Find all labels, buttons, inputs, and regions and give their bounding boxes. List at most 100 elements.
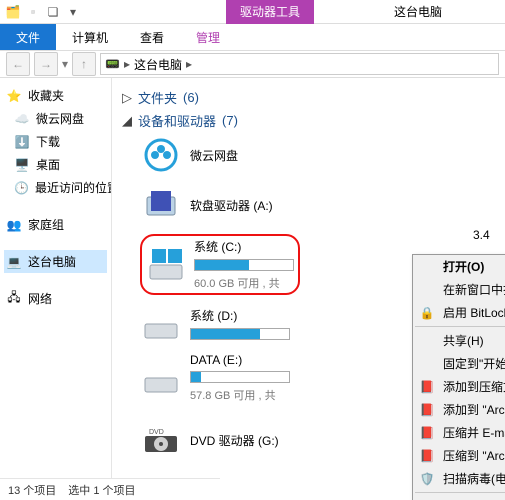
- status-item-count: 13 个项目: [8, 482, 56, 498]
- desktop-icon: 🖥️: [14, 157, 30, 173]
- homegroup-icon: 👥: [6, 217, 22, 233]
- drive-free-text: 60.0 GB 可用 , 共: [194, 275, 294, 291]
- sidebar-item-downloads[interactable]: ⬇️ 下载: [4, 130, 107, 153]
- quick-access-toolbar: 🗂️ ▫️ ❏ ▾: [0, 3, 86, 21]
- sidebar-item-recent[interactable]: 🕒 最近访问的位置: [4, 176, 107, 199]
- nav-up-button[interactable]: ↑: [72, 52, 96, 76]
- nav-back-button[interactable]: ←: [6, 52, 30, 76]
- sidebar-label: 这台电脑: [28, 253, 76, 270]
- sidebar-homegroup[interactable]: 👥 家庭组: [4, 213, 107, 236]
- navigation-pane: ⭐ 收藏夹 ☁️ 微云网盘 ⬇️ 下载 🖥️ 桌面 🕒 最近访问的位置 👥: [0, 78, 112, 500]
- menu-scan-virus[interactable]: 🛡️扫描病毒(电脑管家): [413, 467, 505, 490]
- tab-computer[interactable]: 计算机: [56, 24, 124, 50]
- menu-zip-email[interactable]: 📕压缩并 E-mail...: [413, 421, 505, 444]
- drive-label: 软盘驱动器 (A:): [190, 197, 273, 214]
- new-folder-qat-icon[interactable]: ❏: [44, 3, 62, 21]
- section-title: 文件夹: [138, 88, 177, 107]
- ribbon: 文件 计算机 查看 管理: [0, 24, 505, 50]
- app-icon: 🗂️: [4, 3, 22, 21]
- window-title: 这台电脑: [394, 3, 442, 20]
- sidebar-label: 收藏夹: [28, 87, 64, 104]
- drive-label: DVD 驱动器 (G:): [190, 432, 279, 449]
- drive-label: 系统 (D:): [190, 307, 290, 324]
- shield-icon: 🛡️: [419, 471, 435, 487]
- drive-icon: [140, 303, 182, 345]
- drive-icon: [140, 357, 182, 399]
- truncated-text: 3.4: [473, 228, 503, 242]
- sidebar-item-label: 最近访问的位置: [35, 179, 112, 196]
- download-icon: ⬇️: [14, 134, 30, 150]
- capacity-bar: [190, 371, 290, 383]
- capacity-bar: [194, 259, 294, 271]
- floppy-icon: [140, 184, 182, 226]
- star-icon: ⭐: [6, 88, 22, 104]
- menu-pin-start[interactable]: 固定到"开始"屏幕(P): [413, 352, 505, 375]
- menu-format[interactable]: 格式化(A)...: [413, 495, 505, 500]
- status-selected-count: 选中 1 个项目: [68, 482, 135, 498]
- cloud-icon: ☁️: [14, 111, 30, 127]
- cloud-drive-icon: [140, 134, 182, 176]
- network-icon: 🖧: [6, 291, 22, 307]
- sidebar-item-desktop[interactable]: 🖥️ 桌面: [4, 153, 107, 176]
- sidebar-this-pc[interactable]: 💻 这台电脑: [4, 250, 107, 273]
- menu-share[interactable]: 共享(H): [413, 329, 505, 352]
- recent-icon: 🕒: [14, 180, 29, 196]
- drive-dvd[interactable]: DVD DVD 驱动器 (G:): [140, 419, 300, 461]
- winrar-icon: 📕: [419, 448, 435, 464]
- nav-forward-button[interactable]: →: [34, 52, 58, 76]
- pc-icon: 📟: [105, 57, 120, 71]
- breadcrumb-location[interactable]: 这台电脑: [134, 56, 182, 73]
- winrar-icon: 📕: [419, 425, 435, 441]
- section-count: (7): [222, 113, 238, 128]
- drive-floppy[interactable]: 软盘驱动器 (A:): [140, 184, 300, 226]
- svg-text:DVD: DVD: [149, 429, 164, 436]
- tab-manage[interactable]: 管理: [180, 24, 236, 50]
- menu-bitlocker[interactable]: 🔒启用 BitLocker(B): [413, 301, 505, 324]
- section-devices[interactable]: ◢ 设备和驱动器 (7): [122, 111, 495, 130]
- drive-c-selected[interactable]: 系统 (C:) 60.0 GB 可用 , 共: [140, 234, 300, 295]
- tab-view[interactable]: 查看: [124, 24, 180, 50]
- sidebar-favorites[interactable]: ⭐ 收藏夹: [4, 84, 107, 107]
- collapse-icon[interactable]: ▷: [122, 90, 132, 106]
- section-title: 设备和驱动器: [138, 111, 216, 130]
- drive-label: 微云网盘: [190, 147, 238, 164]
- menu-add-rar[interactable]: 📕添加到 "Archive.rar"(T): [413, 398, 505, 421]
- context-menu: 打开(O) 在新窗口中打开(E) 🔒启用 BitLocker(B) 共享(H) …: [412, 254, 505, 500]
- qat-dropdown-icon[interactable]: ▾: [64, 3, 82, 21]
- menu-rar-email[interactable]: 📕压缩到 "Archive.rar" 并 E-mail: [413, 444, 505, 467]
- drive-windows-icon: [146, 244, 186, 286]
- chevron-right-icon[interactable]: ▸: [124, 57, 130, 71]
- chevron-right-icon[interactable]: ▸: [186, 57, 192, 71]
- drive-label: 系统 (C:): [194, 238, 294, 255]
- content-pane: ▷ 文件夹 (6) ◢ 设备和驱动器 (7) 微云网盘 软盘驱动器 (A:): [112, 78, 505, 500]
- menu-add-archive[interactable]: 📕添加到压缩文件(A)...: [413, 375, 505, 398]
- drive-label: DATA (E:): [190, 353, 290, 367]
- contextual-tab-group: 驱动器工具: [226, 0, 314, 24]
- drive-e[interactable]: DATA (E:) 57.8 GB 可用 , 共: [140, 353, 300, 403]
- sidebar-item-label: 桌面: [36, 156, 60, 173]
- sidebar-item-label: 微云网盘: [36, 110, 84, 127]
- sidebar-network[interactable]: 🖧 网络: [4, 287, 107, 310]
- recent-locations-dropdown[interactable]: ▾: [62, 57, 68, 71]
- winrar-icon: 📕: [419, 402, 435, 418]
- title-bar: 🗂️ ▫️ ❏ ▾ 驱动器工具 这台电脑: [0, 0, 505, 24]
- sidebar-label: 家庭组: [28, 216, 64, 233]
- expand-icon[interactable]: ◢: [122, 113, 132, 129]
- section-folders[interactable]: ▷ 文件夹 (6): [122, 88, 495, 107]
- address-bar: ← → ▾ ↑ 📟 ▸ 这台电脑 ▸: [0, 50, 505, 78]
- menu-open-new-window[interactable]: 在新窗口中打开(E): [413, 278, 505, 301]
- sidebar-label: 网络: [28, 290, 52, 307]
- sidebar-item-weiyun[interactable]: ☁️ 微云网盘: [4, 107, 107, 130]
- drive-weiyun[interactable]: 微云网盘: [140, 134, 300, 176]
- sidebar-item-label: 下载: [36, 133, 60, 150]
- menu-open[interactable]: 打开(O): [413, 255, 505, 278]
- bitlocker-icon: 🔒: [419, 305, 435, 321]
- winrar-icon: 📕: [419, 379, 435, 395]
- pc-icon: 💻: [6, 254, 22, 270]
- tab-file[interactable]: 文件: [0, 24, 56, 50]
- drive-free-text: 57.8 GB 可用 , 共: [190, 387, 290, 403]
- dvd-icon: DVD: [140, 419, 182, 461]
- properties-qat-icon[interactable]: ▫️: [24, 3, 42, 21]
- drive-d[interactable]: 系统 (D:): [140, 303, 300, 345]
- address-field[interactable]: 📟 ▸ 这台电脑 ▸: [100, 53, 499, 75]
